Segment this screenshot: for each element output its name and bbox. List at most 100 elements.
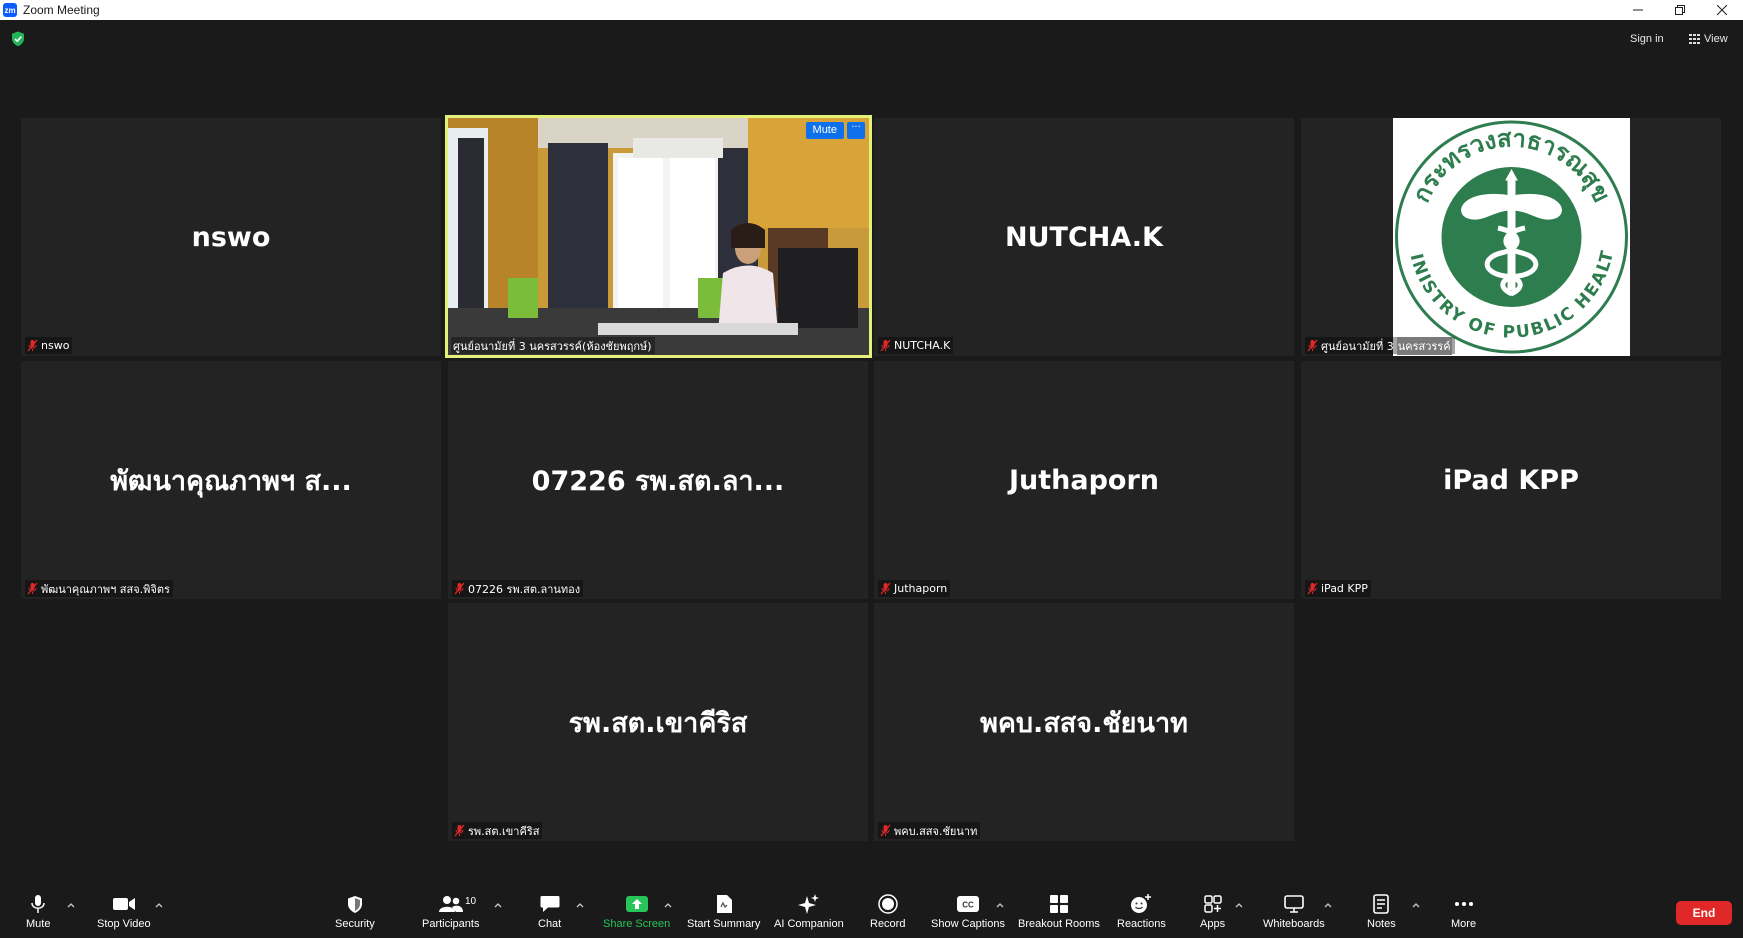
ai-companion-button[interactable]: AI Companion	[774, 893, 844, 933]
share-screen-icon	[625, 896, 648, 912]
participant-name-label: พคบ.สสจ.ชัยนาท	[878, 822, 981, 839]
chevron-up-icon[interactable]	[493, 901, 503, 909]
chevron-up-icon[interactable]	[1234, 901, 1244, 909]
chevron-up-icon[interactable]	[575, 901, 585, 909]
sign-in-button[interactable]: Sign in	[1624, 29, 1670, 49]
apps-button[interactable]: Apps	[1200, 893, 1225, 933]
mute-participant-button[interactable]: Mute	[805, 122, 844, 139]
whiteboards-label: Whiteboards	[1263, 918, 1325, 930]
participant-name-label: Juthaporn	[878, 580, 951, 597]
participant-display-name: nswo	[191, 221, 271, 253]
chevron-up-icon[interactable]	[663, 901, 673, 909]
more-button[interactable]: More	[1451, 893, 1476, 933]
participant-tile[interactable]: 07226 รพ.สต.ลา... 07226 รพ.สต.ลานทอง	[448, 361, 868, 599]
participant-tile[interactable]: iPad KPP iPad KPP	[1301, 361, 1721, 599]
more-options-button[interactable]: ···	[847, 122, 865, 139]
participant-name: ศูนย์อนามัยที่ 3	[1321, 339, 1394, 353]
participant-tile[interactable]: Juthaporn Juthaporn	[874, 361, 1294, 599]
participant-display-name: Juthaporn	[1008, 464, 1160, 496]
view-button[interactable]: View	[1683, 29, 1734, 49]
mic-muted-icon	[27, 582, 38, 595]
participants-icon	[438, 896, 463, 912]
zoom-logo-icon: zm	[3, 3, 17, 17]
participant-name: พัฒนาคุณภาพฯ สสจ.พิจิตร	[41, 582, 170, 596]
participant-name: Juthaporn	[894, 582, 948, 595]
breakout-rooms-icon	[1049, 895, 1068, 913]
mute-button[interactable]: Mute	[26, 893, 50, 933]
close-icon	[1717, 5, 1727, 15]
participant-tile[interactable]: nswo nswo	[21, 118, 441, 356]
closed-captions-icon: CC	[957, 896, 979, 912]
participant-video	[448, 118, 869, 355]
chevron-up-icon[interactable]	[995, 901, 1005, 909]
svg-text:CC: CC	[962, 901, 974, 910]
chat-bubble-icon	[540, 896, 560, 912]
view-label: View	[1704, 33, 1728, 45]
chat-button[interactable]: Chat	[538, 893, 561, 933]
whiteboards-button[interactable]: Whiteboards	[1263, 893, 1325, 933]
reactions-button[interactable]: Reactions	[1117, 893, 1166, 933]
security-button[interactable]: Security	[335, 893, 375, 933]
title-bar: zm Zoom Meeting	[0, 0, 1743, 20]
participants-count-badge: 10	[465, 896, 477, 907]
whiteboard-icon	[1284, 895, 1304, 913]
stop-video-button[interactable]: Stop Video	[97, 893, 151, 933]
participant-display-name: พัฒนาคุณภาพฯ ส...	[110, 465, 352, 497]
mic-muted-icon	[454, 582, 465, 595]
participant-tile[interactable]: กระทรวงสาธารณสุข MINISTRY OF PUBLIC HEAL…	[1301, 118, 1721, 356]
close-button[interactable]	[1701, 0, 1743, 20]
participant-tile[interactable]: พคบ.สสจ.ชัยนาท พคบ.สสจ.ชัยนาท	[874, 603, 1294, 841]
participant-tile[interactable]: NUTCHA.K NUTCHA.K	[874, 118, 1294, 356]
breakout-rooms-label: Breakout Rooms	[1018, 918, 1100, 930]
participant-name-suffix: นครสวรรค์	[1396, 336, 1452, 355]
participant-display-name: NUTCHA.K	[1005, 221, 1163, 253]
participant-name: ศูนย์อนามัยที่ 3 นครสวรรค์(ห้องชัยพฤกษ์)	[453, 339, 652, 353]
show-captions-label: Show Captions	[931, 918, 1005, 930]
participant-name: พคบ.สสจ.ชัยนาท	[894, 824, 978, 838]
participant-display-name: iPad KPP	[1443, 464, 1579, 496]
encryption-shield-icon[interactable]	[11, 31, 25, 47]
notes-label: Notes	[1367, 918, 1396, 930]
share-screen-label: Share Screen	[603, 918, 671, 930]
participant-name: nswo	[41, 339, 70, 352]
start-summary-button[interactable]: Start Summary	[687, 893, 760, 933]
mute-label: Mute	[26, 918, 51, 930]
mic-muted-icon	[27, 339, 38, 352]
summary-document-icon	[716, 895, 732, 913]
share-screen-button[interactable]: Share Screen	[603, 893, 670, 933]
apps-icon	[1203, 895, 1222, 913]
participant-name: NUTCHA.K	[894, 339, 951, 352]
participant-name: รพ.สต.เขาคีริส	[468, 824, 540, 838]
record-button[interactable]: Record	[870, 893, 905, 933]
participant-tile[interactable]: รพ.สต.เขาคีริส รพ.สต.เขาคีริส	[448, 603, 868, 841]
chevron-up-icon[interactable]	[1411, 901, 1421, 909]
notes-icon	[1373, 894, 1390, 914]
participant-tile-active-speaker[interactable]: Mute ··· ศูนย์อนามัยที่ 3 นครสวรรค์(ห้อง…	[445, 115, 872, 358]
end-meeting-button[interactable]: End	[1676, 901, 1732, 925]
chevron-up-icon[interactable]	[1323, 901, 1333, 909]
chevron-up-icon[interactable]	[154, 901, 164, 909]
participant-name-label: รพ.สต.เขาคีริส	[452, 822, 543, 839]
chevron-up-icon[interactable]	[66, 901, 76, 909]
more-dots-icon	[1454, 902, 1473, 906]
participants-label: Participants	[422, 918, 480, 930]
participant-name-label: 07226 รพ.สต.ลานทอง	[452, 580, 584, 597]
notes-button[interactable]: Notes	[1367, 893, 1396, 933]
breakout-rooms-button[interactable]: Breakout Rooms	[1018, 893, 1100, 933]
participant-name: 07226 รพ.สต.ลานทอง	[468, 582, 581, 596]
zoom-meeting-window: zm Zoom Meeting Sign in View nswo nswo M…	[0, 0, 1743, 938]
restore-button[interactable]	[1659, 0, 1701, 20]
participant-tile[interactable]: พัฒนาคุณภาพฯ ส... พัฒนาคุณภาพฯ สสจ.พิจิต…	[21, 361, 441, 599]
security-label: Security	[335, 918, 375, 930]
mic-muted-icon	[880, 824, 891, 837]
microphone-icon	[31, 895, 45, 913]
apps-label: Apps	[1200, 918, 1226, 930]
participant-name-label: nswo	[25, 337, 73, 354]
participant-name-label: ศูนย์อนามัยที่ 3 นครสวรรค์(ห้องชัยพฤกษ์)	[451, 337, 655, 354]
mic-muted-icon	[880, 339, 891, 352]
minimize-button[interactable]	[1617, 0, 1659, 20]
participant-display-name: พคบ.สสจ.ชัยนาท	[980, 707, 1188, 739]
show-captions-button[interactable]: CC Show Captions	[931, 893, 1005, 933]
sparkle-icon	[797, 894, 819, 914]
stop-video-label: Stop Video	[97, 918, 151, 930]
